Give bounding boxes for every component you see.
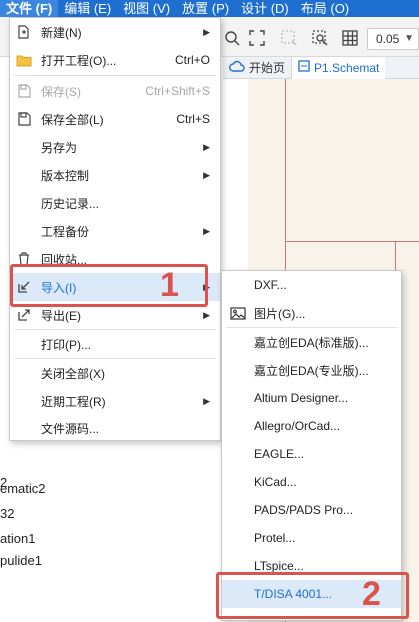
- zoom-selection-icon[interactable]: [280, 29, 298, 47]
- import-jlceda-pro[interactable]: 嘉立创EDA(专业版)...: [222, 356, 401, 384]
- tree-item[interactable]: pulide1: [0, 553, 42, 568]
- submenu-item-label: KiCad...: [254, 475, 297, 489]
- menu-item-project-backup[interactable]: 工程备份 ▶: [10, 217, 220, 245]
- import-kicad[interactable]: KiCad...: [222, 468, 401, 496]
- import-allegro-orcad[interactable]: Allegro/OrCad...: [222, 412, 401, 440]
- menu-item-print[interactable]: 打印(P)...: [10, 330, 220, 358]
- submenu-arrow-icon: ▶: [203, 395, 210, 406]
- menu-item-save-as[interactable]: 另存为 ▶: [10, 133, 220, 161]
- menu-item-label: 近期工程(R): [41, 394, 106, 409]
- menu-bar: 文件 (F) 编辑 (E) 视图 (V) 放置 (P) 设计 (D) 布局 (O…: [0, 0, 419, 17]
- save-icon: [16, 83, 32, 99]
- submenu-item-label: PADS/PADS Pro...: [254, 503, 353, 517]
- save-all-icon: [16, 111, 32, 127]
- menu-item-label: 打开工程(O)...: [41, 53, 117, 68]
- submenu-item-label: Allegro/OrCad...: [254, 419, 341, 433]
- menu-item-save[interactable]: 保存(S) Ctrl+Shift+S: [10, 77, 220, 105]
- menu-item-label: 保存全部(L): [41, 112, 104, 127]
- annotation-step-2: 2: [362, 575, 381, 613]
- menu-item-label: 文件源码...: [41, 421, 100, 436]
- menu-item-new[interactable]: 新建(N) ▶: [10, 18, 220, 46]
- menu-item-open-project[interactable]: 打开工程(O)... Ctrl+O: [10, 46, 220, 74]
- submenu-item-label: Altium Designer...: [254, 391, 349, 405]
- tab-start-page[interactable]: 开始页: [223, 57, 291, 79]
- tab-schematic[interactable]: P1.Schemat: [291, 56, 386, 79]
- menu-item-shortcut: Ctrl+O: [174, 53, 210, 67]
- tab-schematic-label: P1.Schemat: [314, 60, 380, 75]
- submenu-item-label: EAGLE...: [254, 447, 305, 461]
- menu-item-label: 保存(S): [41, 84, 81, 99]
- menu-item-label: 工程备份: [41, 224, 90, 239]
- menu-item-label: 导出(E): [41, 308, 81, 323]
- submenu-item-label: DXF...: [254, 278, 287, 292]
- menu-item-history[interactable]: 历史记录...: [10, 189, 220, 217]
- schematic-icon: [298, 60, 310, 75]
- menu-file[interactable]: 文件 (F): [0, 0, 59, 17]
- grid-size-value: 0.05: [376, 32, 400, 46]
- export-icon: [16, 307, 32, 323]
- cloud-icon: [229, 60, 245, 75]
- submenu-arrow-icon: ▶: [203, 26, 210, 37]
- menu-place[interactable]: 放置 (P): [176, 0, 235, 17]
- submenu-item-label: 图片(G)...: [254, 306, 306, 321]
- tree-item[interactable]: ation1: [0, 531, 35, 546]
- import-protel[interactable]: Protel...: [222, 524, 401, 552]
- submenu-item-label: LTspice...: [254, 559, 304, 573]
- menu-item-label: 新建(N): [41, 25, 82, 40]
- submenu-arrow-icon: ▶: [203, 141, 210, 152]
- menu-item-shortcut: Ctrl+S: [176, 112, 210, 126]
- menu-item-label: 另存为: [41, 140, 78, 155]
- import-submenu: DXF... 图片(G)... 嘉立创EDA(标准版)... 嘉立创EDA(专业…: [221, 270, 402, 621]
- sheet-border: [285, 241, 419, 242]
- menu-item-save-all[interactable]: 保存全部(L) Ctrl+S: [10, 105, 220, 133]
- menu-item-file-source[interactable]: 文件源码...: [10, 414, 220, 442]
- menu-item-recent-projects[interactable]: 近期工程(R) ▶: [10, 387, 220, 415]
- submenu-item-label: Protel...: [254, 531, 296, 545]
- submenu-arrow-icon: ▶: [203, 169, 210, 180]
- grid-icon[interactable]: [341, 29, 359, 47]
- menu-view[interactable]: 视图 (V): [117, 0, 176, 17]
- grid-size-select[interactable]: 0.05 ▼: [367, 28, 419, 50]
- menu-item-label: 版本控制: [41, 168, 90, 183]
- image-icon: [229, 305, 247, 321]
- file-menu: 新建(N) ▶ 打开工程(O)... Ctrl+O 保存(S) Ctrl+Shi…: [9, 17, 221, 441]
- import-image[interactable]: 图片(G)...: [222, 299, 401, 327]
- tree-item[interactable]: 32: [0, 506, 14, 521]
- new-file-icon: [16, 24, 32, 40]
- document-tabs: 开始页 P1.Schemat: [223, 56, 419, 79]
- import-dxf[interactable]: DXF...: [222, 271, 401, 299]
- menu-item-label: 关闭全部(X): [41, 366, 105, 381]
- import-altium[interactable]: Altium Designer...: [222, 384, 401, 412]
- submenu-item-label: 嘉立创EDA(专业版)...: [254, 363, 369, 378]
- menu-item-label: 历史记录...: [41, 196, 100, 211]
- folder-icon: [16, 52, 32, 68]
- submenu-arrow-icon: ▶: [203, 225, 210, 236]
- import-eagle[interactable]: EAGLE...: [222, 440, 401, 468]
- menu-item-shortcut: Ctrl+Shift+S: [145, 84, 210, 98]
- menu-divider: [14, 75, 216, 76]
- menu-item-close-all[interactable]: 关闭全部(X): [10, 359, 220, 387]
- zoom-icon[interactable]: [223, 29, 241, 47]
- menu-item-version-control[interactable]: 版本控制 ▶: [10, 161, 220, 189]
- import-jlceda-standard[interactable]: 嘉立创EDA(标准版)...: [222, 328, 401, 356]
- submenu-arrow-icon: ▶: [203, 309, 210, 320]
- menu-item-label: 打印(P)...: [41, 337, 91, 352]
- annotation-step-1: 1: [160, 266, 179, 304]
- tree-item[interactable]: ematic2: [0, 481, 46, 496]
- tab-start-label: 开始页: [249, 61, 286, 75]
- submenu-item-label: 嘉立创EDA(标准版)...: [254, 335, 369, 350]
- import-pads[interactable]: PADS/PADS Pro...: [222, 496, 401, 524]
- menu-layout[interactable]: 布局 (O): [295, 0, 355, 17]
- chevron-down-icon: ▼: [404, 33, 414, 44]
- menu-design[interactable]: 设计 (D): [235, 0, 295, 17]
- menu-edit[interactable]: 编辑 (E): [58, 0, 117, 17]
- zoom-area-icon[interactable]: [311, 29, 329, 47]
- fit-view-icon[interactable]: [248, 29, 266, 47]
